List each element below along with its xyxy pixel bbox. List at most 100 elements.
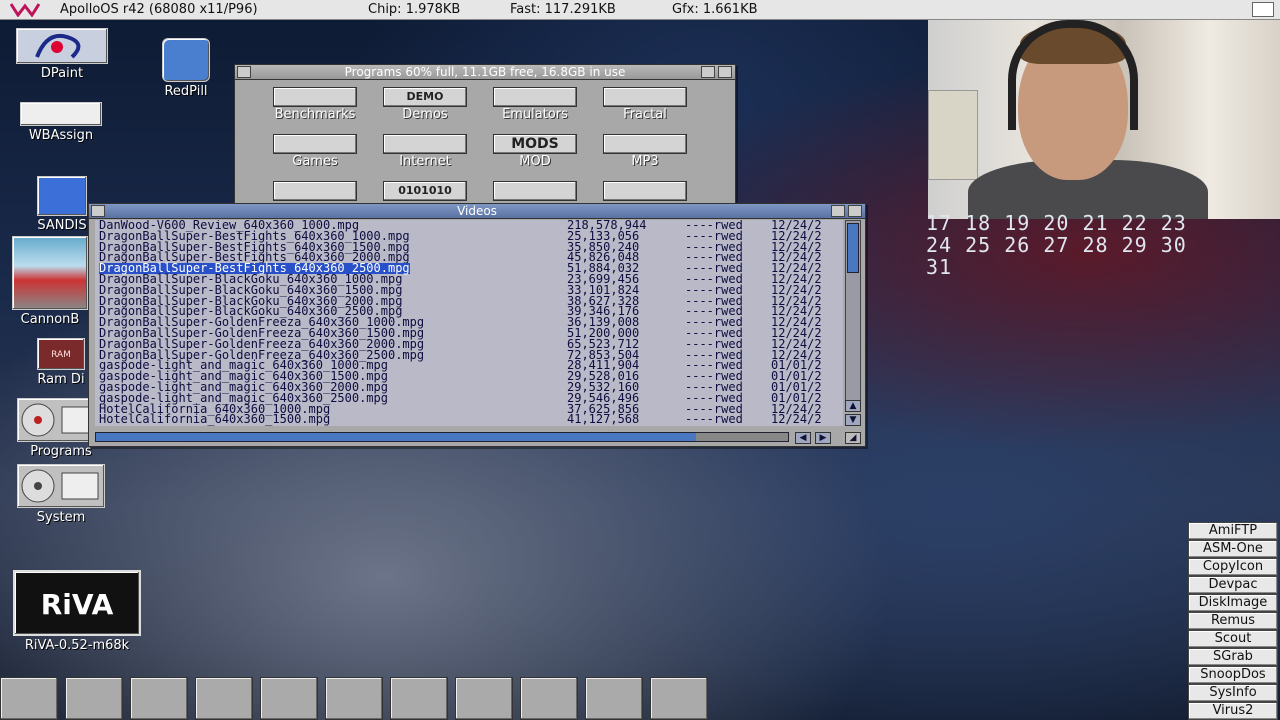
dock-item-diskimage[interactable]: DiskImage: [1188, 594, 1278, 612]
dock-item-amiftp[interactable]: AmiFTP: [1188, 522, 1278, 540]
disk-icon: [37, 176, 87, 216]
programs-window-title: Programs 60% full, 11.1GB free, 16.8GB i…: [344, 65, 626, 79]
wbassign-icon: [20, 102, 102, 126]
drawer-emulators[interactable]: Emulators: [485, 87, 585, 122]
demos-icon: DEMO: [383, 87, 467, 107]
riva-icon: RiVA: [13, 570, 141, 636]
drawer-demos[interactable]: DEMO Demos: [375, 87, 475, 122]
harddisk-icon: [17, 464, 105, 508]
desktop-icon-redpill[interactable]: RedPill: [156, 38, 216, 99]
resize-gadget-icon[interactable]: ◢: [845, 432, 861, 444]
videos-window-title: Videos: [457, 204, 497, 218]
headset-icon: [1008, 20, 1138, 130]
fractal-icon: [603, 87, 687, 107]
dock-item-remus[interactable]: Remus: [1188, 612, 1278, 630]
desktop-icon-ramdisk[interactable]: RAM Ram Di: [28, 338, 94, 387]
close-gadget[interactable]: [237, 66, 251, 78]
ibrowse-icon[interactable]: [0, 677, 58, 720]
fast-mem: Fast: 117.291KB: [510, 2, 616, 17]
desktop-icon-sandisk[interactable]: SANDIS: [28, 176, 96, 233]
zoom-gadget[interactable]: [831, 205, 845, 217]
dock-item-sgrab[interactable]: SGrab: [1188, 648, 1278, 666]
emulators-icon: [493, 87, 577, 107]
dock-item-virus2[interactable]: Virus2: [1188, 702, 1278, 720]
calendar-widget: 17 18 19 20 21 22 23 24 25 26 27 28 29 3…: [926, 211, 1187, 279]
joystick-icon: [273, 134, 357, 154]
drawer-item-10[interactable]: 0101010: [375, 181, 475, 201]
mods-icon: MODS: [493, 134, 577, 154]
drawer-item-9[interactable]: [265, 181, 365, 201]
screen-depth-gadget[interactable]: [1252, 2, 1274, 17]
tool-dock: AmiFTP ASM-One CopyIcon Devpac DiskImage Remu…: [1188, 522, 1278, 720]
file-date: 12/24/2: [771, 412, 822, 426]
desktop-icon-system[interactable]: System: [16, 464, 106, 525]
mp3-icon: [603, 134, 687, 154]
videos-window[interactable]: Videos DanWood-V600_Review_640x360_1000.…: [88, 203, 866, 447]
binary-icon: 0101010: [383, 181, 467, 201]
file-list[interactable]: DanWood-V600_Review_640x360_1000.mpg 218,…: [95, 220, 843, 426]
drawer-fractal[interactable]: Fractal: [595, 87, 695, 122]
joystick-icon[interactable]: [195, 677, 253, 720]
calculator-icon[interactable]: [130, 677, 188, 720]
drawer-item-12[interactable]: [595, 181, 695, 201]
file-protection: ----rwed: [685, 412, 743, 426]
dock-item-asm-one[interactable]: ASM-One: [1188, 540, 1278, 558]
desktop-icon-dpaint[interactable]: DPaint: [14, 28, 110, 81]
drawer-mp3[interactable]: MP3: [595, 134, 695, 169]
scroll-right-arrow-icon[interactable]: ▶: [815, 432, 831, 444]
videos-window-titlebar[interactable]: Videos: [89, 204, 865, 219]
dpaint-icon: [16, 28, 108, 64]
close-gadget[interactable]: [91, 205, 105, 217]
shell-icon[interactable]: [260, 677, 318, 720]
drawer-benchmarks[interactable]: Benchmarks: [265, 87, 365, 122]
benchmarks-icon: [273, 87, 357, 107]
disc-icon: [493, 181, 577, 201]
cannonball-icon: [12, 236, 88, 310]
dock-item-copyicon[interactable]: CopyIcon: [1188, 558, 1278, 576]
scroll-down-arrow-icon[interactable]: ▼: [845, 414, 861, 426]
desktop-icon-cannonball[interactable]: CannonB: [10, 236, 90, 327]
film-icon[interactable]: [455, 677, 513, 720]
programs-window-titlebar[interactable]: Programs 60% full, 11.1GB free, 16.8GB i…: [235, 65, 735, 80]
eye-icon[interactable]: [65, 677, 123, 720]
drawer-item-11[interactable]: [485, 181, 585, 201]
hscroll-track[interactable]: [696, 433, 788, 441]
depth-gadget[interactable]: [718, 66, 732, 78]
drawer-mod[interactable]: MODS MOD: [485, 134, 585, 169]
joystick-icon: [603, 181, 687, 201]
scroll-up-arrow-icon[interactable]: ▲: [845, 400, 861, 412]
screen-title-bar: ApolloOS r42 (68080 x11/P96) Chip: 1.978…: [0, 0, 1280, 20]
chip-mem: Chip: 1.978KB: [368, 2, 461, 17]
gfx-mem: Gfx: 1.661KB: [672, 2, 758, 17]
zoom-gadget[interactable]: [701, 66, 715, 78]
scroll-left-arrow-icon[interactable]: ◀: [795, 432, 811, 444]
webcam-video: [928, 20, 1280, 219]
ram-disk-icon: RAM: [37, 338, 85, 370]
file-size: 41,127,568: [567, 412, 640, 426]
audio-icon[interactable]: [390, 677, 448, 720]
scroll-knob[interactable]: [847, 223, 859, 273]
editor-icon[interactable]: [325, 677, 383, 720]
riva-logo-text: RiVA: [40, 588, 114, 621]
desktop-icon-riva[interactable]: RiVA RiVA-0.52-m68k: [12, 570, 142, 653]
file-name: HotelCalifornia_640x360_1500.mpg: [99, 412, 331, 426]
desktop-icon-wbassign[interactable]: WBAssign: [18, 102, 104, 143]
save-icon[interactable]: [650, 677, 708, 720]
redpill-icon: [162, 38, 210, 82]
drawer-internet[interactable]: Internet: [375, 134, 475, 169]
folder-icon[interactable]: [585, 677, 643, 720]
drawer-icon: [273, 181, 357, 201]
dock-item-devpac[interactable]: Devpac: [1188, 576, 1278, 594]
apollo-logo-icon[interactable]: [10, 2, 40, 17]
dock-item-sysinfo[interactable]: SysInfo: [1188, 684, 1278, 702]
background-monitor: [928, 90, 978, 180]
programs-window[interactable]: Programs 60% full, 11.1GB free, 16.8GB i…: [234, 64, 736, 206]
vertical-scrollbar[interactable]: [845, 220, 861, 410]
s-logo-icon[interactable]: [520, 677, 578, 720]
depth-gadget[interactable]: [848, 205, 862, 217]
dock-item-snoopdos[interactable]: SnoopDos: [1188, 666, 1278, 684]
dock-item-scout[interactable]: Scout: [1188, 630, 1278, 648]
file-row[interactable]: HotelCalifornia_640x360_1500.mpg 41,127,5…: [95, 412, 843, 426]
drawer-games[interactable]: Games: [265, 134, 365, 169]
horizontal-scrollbar[interactable]: [95, 432, 789, 442]
